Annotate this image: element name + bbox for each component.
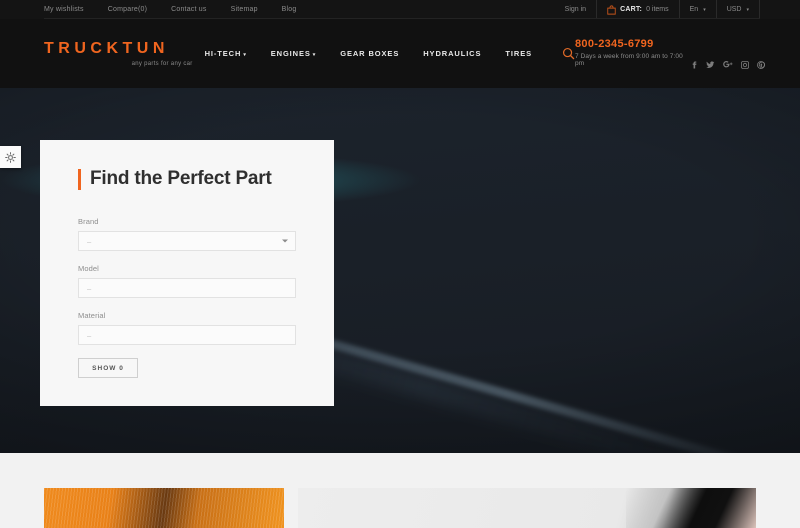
nav-item-engines[interactable]: ENGINES ▾ — [271, 49, 316, 58]
main-navigation: HI-TECH ▾ ENGINES ▾ GEAR BOXES HYDRAULICS … — [205, 47, 575, 60]
field-group-model: Model – — [78, 264, 302, 298]
model-label: Model — [78, 264, 99, 273]
logo[interactable]: TRUCKTUN any parts for any car — [44, 40, 195, 67]
nav-label-hi-tech: HI-TECH — [204, 49, 242, 58]
topbar-link-my-wishlists[interactable]: My wishlists — [44, 6, 84, 13]
brand-label: Brand — [78, 217, 99, 226]
model-select[interactable]: – — [78, 278, 296, 298]
brand-select[interactable]: – — [78, 231, 296, 251]
field-group-brand: Brand – — [78, 217, 302, 251]
promo-card-right[interactable] — [298, 488, 756, 528]
contact-block: 800-2345-6799 7 Days a week from 9:00 am… — [575, 38, 766, 70]
facebook-icon[interactable] — [690, 61, 698, 69]
sign-in-label: Sign in — [564, 6, 587, 13]
site-header: TRUCKTUN any parts for any car HI-TECH ▾ … — [0, 19, 800, 88]
cart-count: 0 items — [646, 6, 669, 13]
brand-value: – — [87, 236, 92, 246]
pinterest-icon[interactable] — [757, 61, 766, 70]
search-icon[interactable] — [562, 47, 575, 60]
topbar-link-blog[interactable]: Blog — [282, 6, 297, 13]
top-utility-bar: My wishlists Compare(0) Contact us Sitem… — [0, 0, 800, 19]
language-selector[interactable]: En ▾ — [678, 0, 716, 19]
nav-item-hi-tech[interactable]: HI-TECH ▾ — [205, 49, 247, 58]
settings-tools-icon[interactable] — [0, 146, 21, 168]
show-results-button[interactable]: SHOW 0 — [78, 358, 138, 378]
instagram-icon[interactable] — [741, 61, 749, 69]
below-hero-section — [0, 453, 800, 528]
topbar-link-contact-us[interactable]: Contact us — [171, 6, 206, 13]
page-title: Find the Perfect Part — [90, 168, 272, 189]
field-group-material: Material – — [78, 311, 302, 345]
hero-banner: Find the Perfect Part Brand – Model – Ma… — [0, 88, 800, 453]
promo-cards — [0, 453, 800, 528]
chevron-down-icon: ▾ — [703, 6, 706, 13]
chevron-down-icon: ▾ — [243, 52, 247, 58]
material-label: Material — [78, 311, 106, 320]
model-value: – — [87, 283, 92, 293]
topbar-account-controls: Sign in CART: 0 items En ▾ USD ▾ — [555, 0, 760, 19]
accent-bar — [78, 168, 81, 190]
social-links — [690, 61, 766, 70]
logo-tagline: any parts for any car — [131, 61, 193, 67]
find-part-panel: Find the Perfect Part Brand – Model – Ma… — [40, 140, 334, 406]
chevron-down-icon: ▾ — [746, 6, 749, 13]
topbar-link-sitemap[interactable]: Sitemap — [231, 6, 258, 13]
currency-value: USD — [726, 6, 742, 13]
panel-header: Find the Perfect Part — [78, 168, 302, 190]
topbar-links: My wishlists Compare(0) Contact us Sitem… — [44, 6, 296, 13]
chevron-down-icon: ▾ — [312, 52, 317, 58]
material-select[interactable]: – — [78, 325, 296, 345]
twitter-icon[interactable] — [706, 61, 715, 69]
nav-label-engines: ENGINES — [270, 49, 311, 58]
logo-text: TRUCKTUN — [44, 40, 169, 57]
business-hours: 7 Days a week from 9:00 am to 7:00 pm — [575, 53, 683, 67]
nav-item-gear-boxes[interactable]: GEAR BOXES — [340, 49, 399, 58]
nav-item-hydraulics[interactable]: HYDRAULICS — [423, 49, 481, 58]
promo-card-left[interactable] — [44, 488, 284, 528]
phone-number[interactable]: 800-2345-6799 — [575, 38, 760, 50]
material-value: – — [87, 330, 92, 340]
chevron-down-icon — [282, 239, 288, 243]
nav-item-tires[interactable]: TIRES — [505, 49, 532, 58]
cart-label: CART: — [620, 6, 643, 13]
language-value: En — [689, 6, 699, 13]
topbar-link-compare[interactable]: Compare(0) — [108, 6, 147, 13]
currency-selector[interactable]: USD ▾ — [715, 0, 760, 19]
cart-button[interactable]: CART: 0 items — [596, 0, 679, 19]
google-plus-icon[interactable] — [723, 61, 733, 69]
sign-in-button[interactable]: Sign in — [555, 0, 596, 19]
cart-icon — [607, 4, 616, 15]
